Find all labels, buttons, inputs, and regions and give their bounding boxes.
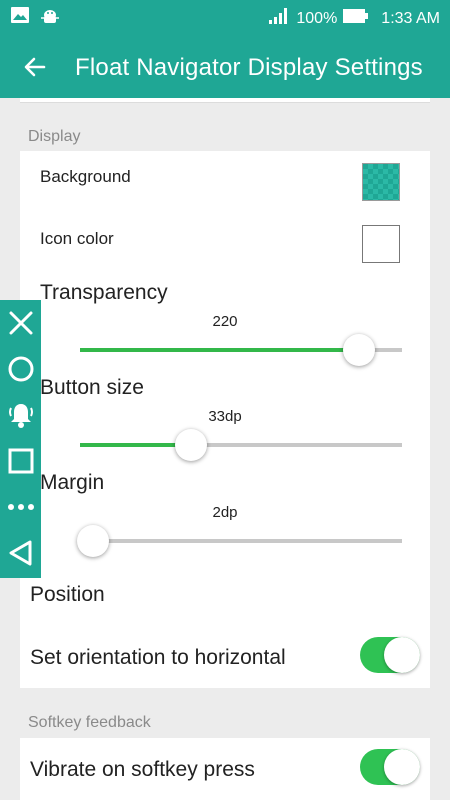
button-size-value: 33dp	[208, 408, 242, 425]
orientation-row[interactable]: Set orientation to horizontal	[20, 631, 430, 688]
margin-value: 2dp	[212, 504, 238, 521]
section-title-softkey: Softkey feedback	[28, 714, 151, 731]
status-bar: 100% 1:33 AM	[0, 0, 450, 34]
orientation-label: Set orientation to horizontal	[30, 646, 286, 669]
float-navigator-bar[interactable]	[0, 300, 41, 578]
more-dots-icon[interactable]	[0, 487, 41, 527]
background-label: Background	[40, 167, 131, 186]
margin-slider-thumb[interactable]	[77, 525, 109, 557]
vibrate-row[interactable]: Vibrate on softkey press	[20, 738, 430, 800]
transparency-label: Transparency	[40, 281, 168, 304]
battery-icon	[343, 9, 369, 28]
circle-home-icon[interactable]	[0, 349, 41, 389]
button-size-slider-thumb[interactable]	[175, 429, 207, 461]
orientation-toggle[interactable]	[360, 637, 420, 673]
vibrate-label: Vibrate on softkey press	[30, 758, 255, 781]
vibrate-toggle[interactable]	[360, 749, 420, 785]
background-row[interactable]: Background	[20, 151, 430, 213]
vibrate-toggle-knob	[384, 749, 420, 785]
app-bar: Float Navigator Display Settings	[0, 34, 450, 98]
previous-card-edge	[20, 98, 430, 103]
clock: 1:33 AM	[381, 9, 440, 27]
margin-label: Margin	[40, 471, 105, 494]
signal-icon	[268, 7, 290, 30]
position-row[interactable]: Position	[30, 583, 105, 607]
icon-color-row[interactable]: Icon color	[20, 213, 430, 275]
section-title-display: Display	[28, 128, 81, 145]
transparency-slider-fill	[80, 348, 359, 352]
button-size-label: Button size	[40, 376, 144, 399]
transparency-value: 220	[212, 313, 238, 330]
back-arrow-icon[interactable]	[22, 54, 48, 80]
transparency-slider[interactable]	[80, 334, 402, 366]
square-recents-icon[interactable]	[0, 441, 41, 481]
icon-color-label: Icon color	[40, 229, 114, 248]
battery-percent: 100%	[296, 9, 338, 27]
transparency-slider-thumb[interactable]	[343, 334, 375, 366]
orientation-toggle-knob	[384, 637, 420, 673]
softkey-settings-card: Vibrate on softkey press	[20, 738, 430, 800]
background-color-swatch[interactable]	[362, 163, 400, 201]
image-notification-icon	[10, 6, 30, 31]
button-size-slider[interactable]	[80, 429, 402, 461]
close-icon[interactable]	[0, 303, 41, 343]
triangle-back-icon[interactable]	[0, 533, 41, 573]
notification-bell-icon[interactable]	[0, 395, 41, 435]
display-settings-card: Background Icon color Transparency 220 B…	[20, 151, 430, 688]
page-title: Float Navigator Display Settings	[75, 54, 423, 81]
icon-color-swatch[interactable]	[362, 225, 400, 263]
margin-slider[interactable]	[77, 525, 402, 557]
android-debug-icon	[40, 6, 60, 31]
